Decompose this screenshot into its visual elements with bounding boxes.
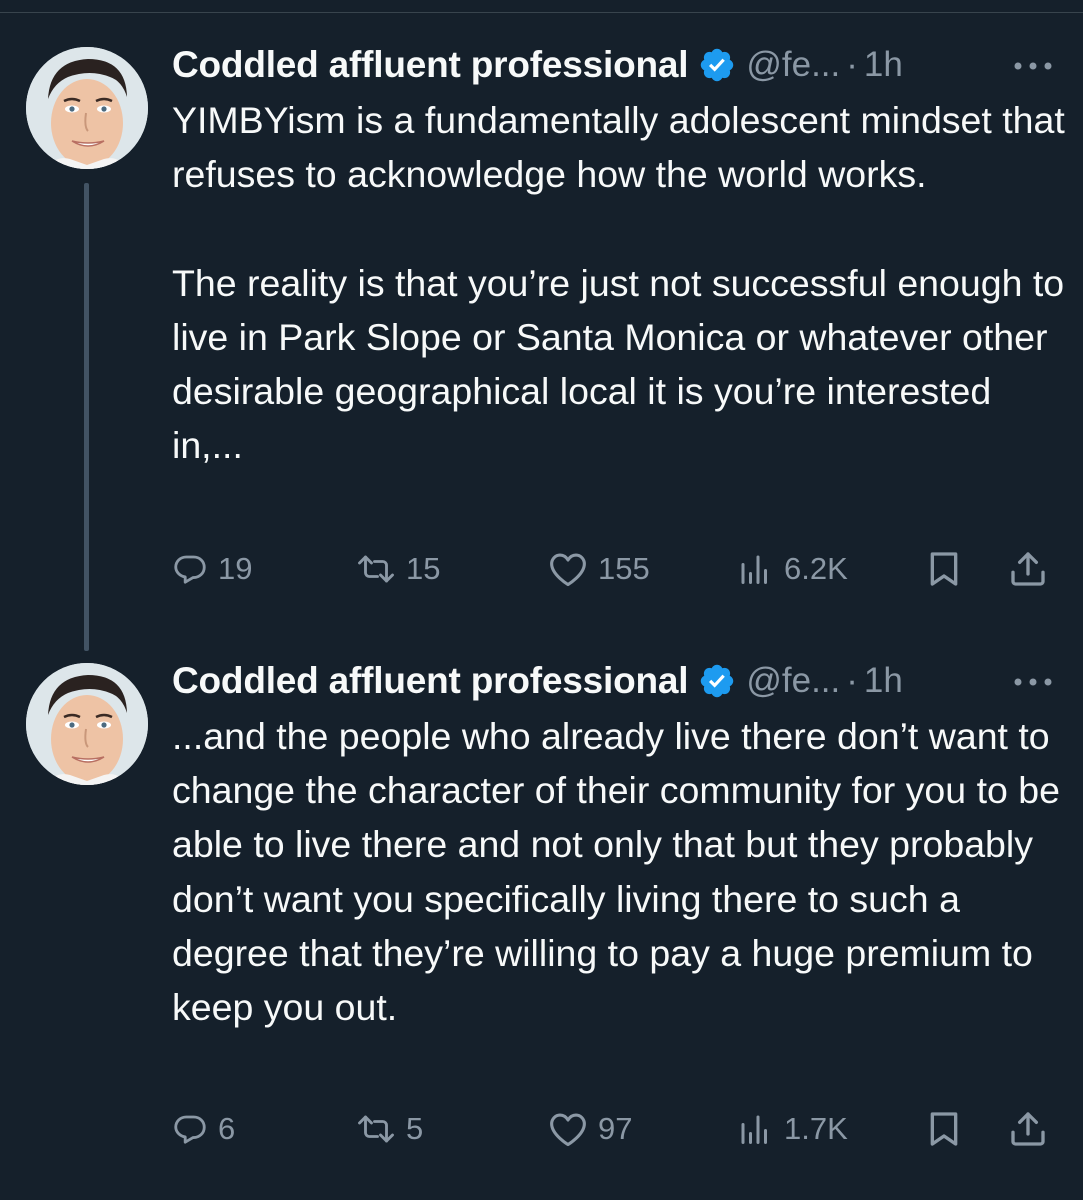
top-divider: [0, 12, 1083, 13]
like-count: 155: [598, 551, 650, 586]
reply-button[interactable]: 6: [172, 1104, 235, 1154]
tweet-text: ...and the people who already live there…: [172, 715, 1060, 1029]
reply-count: 19: [218, 551, 253, 586]
bookmark-icon: [924, 1109, 964, 1149]
reply-button[interactable]: 19: [172, 544, 252, 594]
like-button[interactable]: 155: [548, 544, 650, 594]
more-icon[interactable]: [1010, 672, 1056, 692]
bookmark-button[interactable]: [924, 1104, 964, 1154]
thread-connector-line: [84, 183, 89, 651]
repost-icon: [356, 1111, 396, 1147]
reply-icon: [172, 551, 208, 587]
tweet-actions: 19 15 155 6.2K: [172, 544, 1052, 594]
author-handle[interactable]: @fe...: [746, 661, 840, 701]
like-button[interactable]: 97: [548, 1104, 632, 1154]
reply-count: 6: [218, 1111, 236, 1146]
share-icon: [1008, 1109, 1048, 1149]
views-icon: [736, 551, 774, 587]
like-icon: [548, 551, 588, 587]
like-icon: [548, 1111, 588, 1147]
share-button[interactable]: [1008, 1104, 1048, 1154]
reply-icon: [172, 1111, 208, 1147]
separator-dot: ·: [846, 661, 858, 700]
views-count: 6.2K: [784, 551, 848, 586]
tweet-text: YIMBYism is a fundamentally adolescent m…: [172, 99, 1065, 467]
views-button[interactable]: 1.7K: [736, 1104, 848, 1154]
timestamp[interactable]: 1h: [864, 45, 903, 85]
like-count: 97: [598, 1111, 633, 1146]
share-icon: [1008, 549, 1048, 589]
avatar[interactable]: [26, 47, 148, 169]
bookmark-button[interactable]: [924, 544, 964, 594]
repost-button[interactable]: 5: [356, 1104, 423, 1154]
author-name[interactable]: Coddled affluent professional: [172, 660, 689, 702]
tweet-header: Coddled affluent professional @fe... · 1…: [172, 651, 903, 711]
views-count: 1.7K: [784, 1111, 848, 1146]
tweet-actions: 6 5 97 1.7K: [172, 1104, 1052, 1154]
tweet-header: Coddled affluent professional @fe... · 1…: [172, 35, 903, 95]
timestamp[interactable]: 1h: [864, 661, 903, 701]
repost-button[interactable]: 15: [356, 544, 440, 594]
separator-dot: ·: [846, 45, 858, 84]
verified-badge-icon: [698, 662, 736, 700]
views-button[interactable]: 6.2K: [736, 544, 848, 594]
repost-icon: [356, 551, 396, 587]
share-button[interactable]: [1008, 544, 1048, 594]
repost-count: 5: [406, 1111, 424, 1146]
more-icon[interactable]: [1010, 56, 1056, 76]
author-handle[interactable]: @fe...: [746, 45, 840, 85]
bookmark-icon: [924, 549, 964, 589]
repost-count: 15: [406, 551, 441, 586]
verified-badge-icon: [698, 46, 736, 84]
author-name[interactable]: Coddled affluent professional: [172, 44, 689, 86]
avatar[interactable]: [26, 663, 148, 785]
views-icon: [736, 1111, 774, 1147]
